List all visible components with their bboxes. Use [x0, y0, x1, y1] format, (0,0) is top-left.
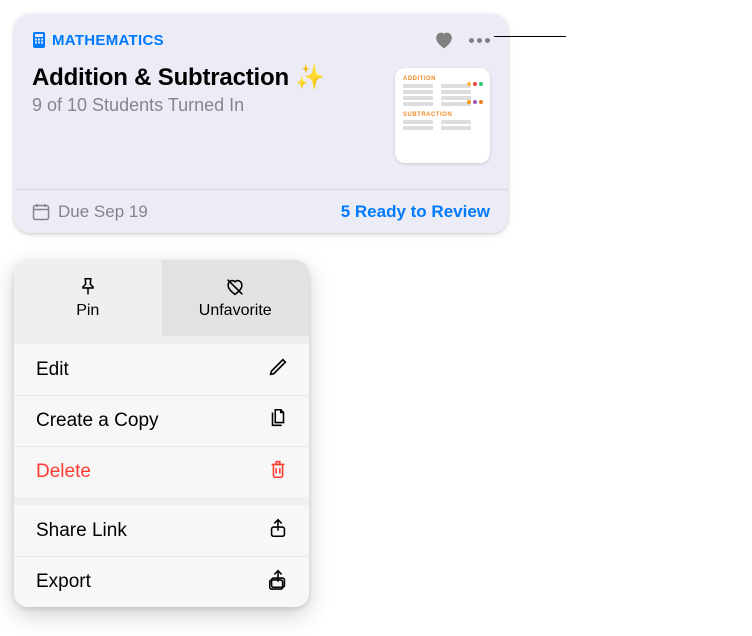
menu-unfavorite[interactable]: Unfavorite	[162, 260, 310, 336]
menu-copy-label: Create a Copy	[36, 410, 159, 432]
due-date: Due Sep 19	[32, 202, 148, 222]
due-label: Due Sep 19	[58, 202, 148, 222]
menu-share[interactable]: Share Link	[14, 505, 309, 556]
review-link[interactable]: 5 Ready to Review	[341, 202, 490, 222]
menu-copy[interactable]: Create a Copy	[14, 395, 309, 446]
menu-pin-label: Pin	[76, 302, 99, 320]
assignment-card[interactable]: MATHEMATICS Addition & Subtraction ✨ 9 o…	[14, 14, 508, 233]
menu-share-label: Share Link	[36, 520, 127, 542]
calendar-icon	[32, 203, 50, 221]
assignment-thumbnail[interactable]: ADDITION SUBTRACTION	[395, 68, 490, 163]
menu-edit[interactable]: Edit	[14, 344, 309, 395]
trash-icon	[267, 458, 289, 486]
pencil-icon	[267, 356, 289, 384]
menu-delete[interactable]: Delete	[14, 446, 309, 497]
menu-delete-label: Delete	[36, 461, 91, 483]
export-icon	[267, 568, 289, 596]
menu-export[interactable]: Export	[14, 556, 309, 607]
subject-label: MATHEMATICS	[32, 32, 164, 49]
subject-text: MATHEMATICS	[52, 32, 164, 49]
menu-export-label: Export	[36, 571, 91, 593]
copy-icon	[267, 407, 289, 435]
menu-edit-label: Edit	[36, 359, 69, 381]
callout-line	[494, 36, 566, 37]
menu-pin[interactable]: Pin	[14, 260, 162, 336]
subject-icon	[32, 32, 46, 48]
more-icon[interactable]	[469, 38, 490, 43]
context-menu: Pin Unfavorite Edit Create a Copy Delete…	[14, 260, 309, 607]
menu-unfavorite-label: Unfavorite	[199, 302, 272, 320]
share-icon	[267, 517, 289, 545]
favorite-icon[interactable]	[433, 29, 455, 51]
